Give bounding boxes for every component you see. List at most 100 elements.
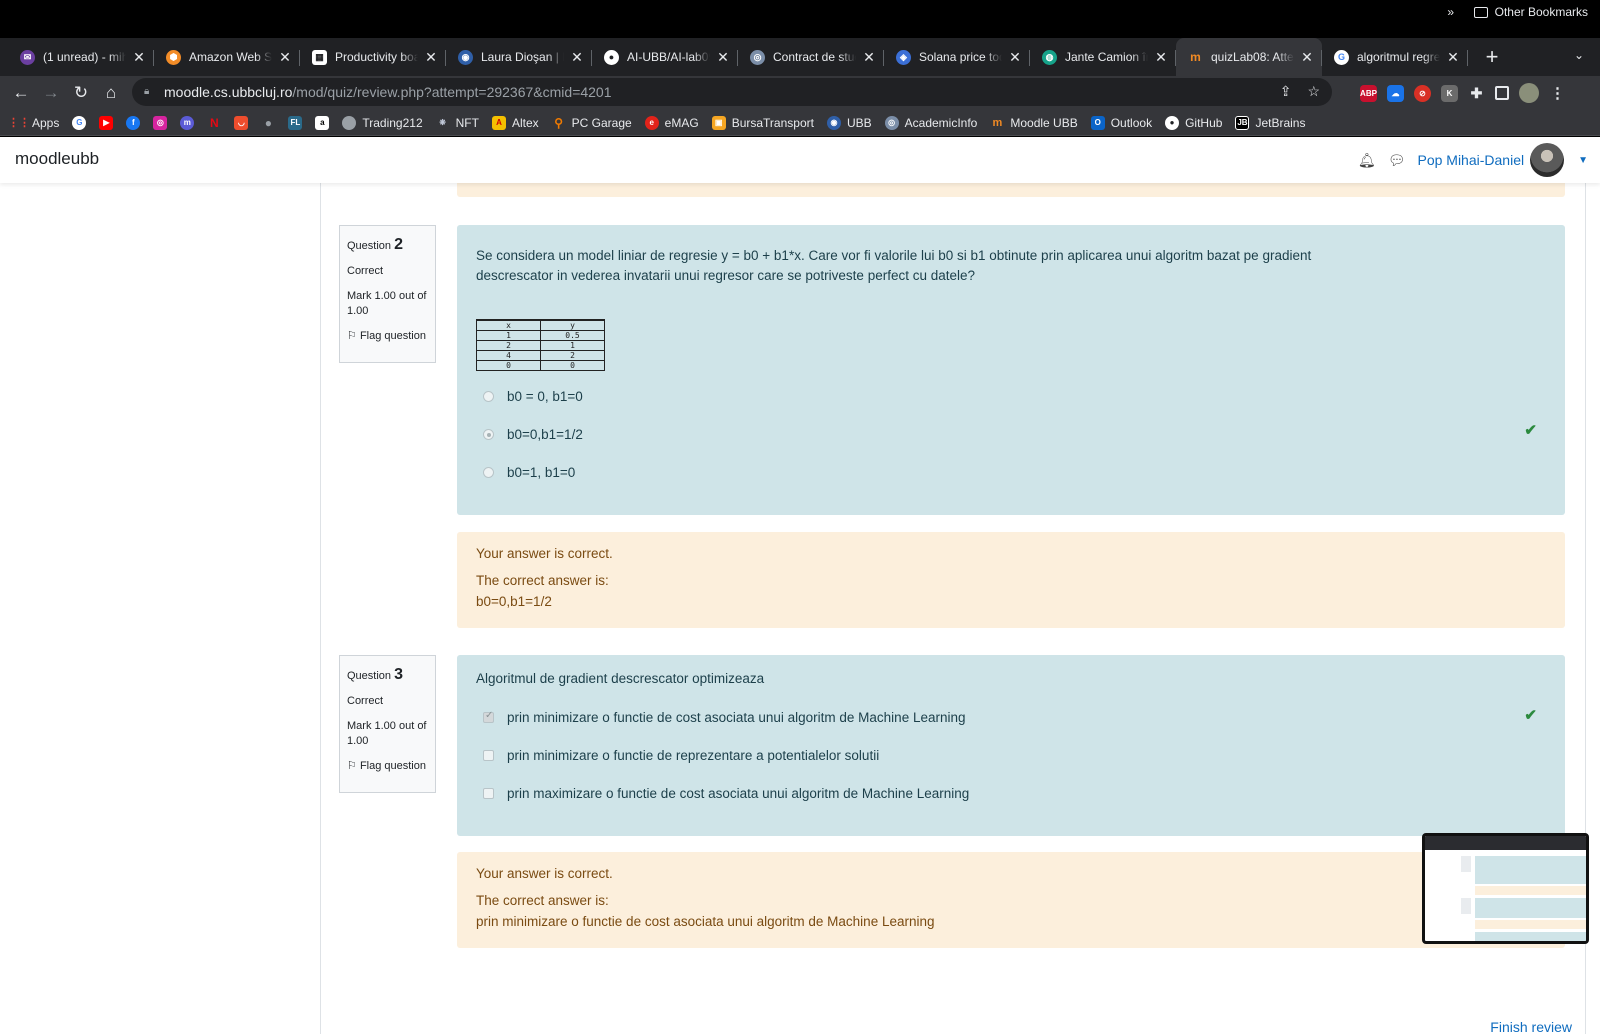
forward-icon[interactable]: → (36, 78, 66, 108)
bookmark-pcgarage[interactable]: ⚲ PC Garage (552, 115, 631, 130)
close-icon[interactable]: ✕ (278, 49, 292, 66)
bookmark-nft[interactable]: ❋ NFT (436, 116, 479, 130)
bookmark-trading212[interactable]: Trading212 (342, 115, 423, 130)
cloud-extension-icon[interactable]: ☁ (1387, 84, 1404, 102)
browser-tab[interactable]: ⬢ Amazon Web Ser ✕ (154, 38, 300, 76)
flag-label: Flag question (359, 759, 426, 772)
user-name[interactable]: Pop Mihai-Daniel (1417, 152, 1524, 168)
other-bookmarks-folder[interactable]: Other Bookmarks (1473, 5, 1588, 19)
bookmark-star-icon[interactable]: ☆ (1307, 83, 1320, 100)
bookmark-github[interactable]: ● GitHub (1165, 115, 1222, 130)
bookmark-ubb[interactable]: ◉ UBB (826, 115, 872, 130)
close-icon[interactable]: ✕ (424, 49, 438, 66)
radio-button[interactable] (483, 467, 494, 478)
flag-question-button[interactable]: ⚐ Flag question (347, 329, 428, 344)
new-tab-button[interactable]: + (1480, 44, 1504, 70)
browser-tab[interactable]: ◈ Solana price toda ✕ (884, 38, 1030, 76)
bookmark-label: JetBrains (1255, 115, 1306, 130)
bookmark-netflix[interactable]: N (207, 116, 221, 130)
close-icon[interactable]: ✕ (1446, 49, 1460, 66)
bookmark-moodle[interactable]: m Moodle UBB (990, 116, 1077, 130)
close-icon[interactable]: ✕ (132, 49, 146, 66)
puzzle-icon[interactable]: ✚ (1468, 85, 1485, 102)
bookmark-google[interactable]: G (72, 115, 87, 130)
browser-tab[interactable]: ◍ Jante Camion în ✕ (1030, 38, 1176, 76)
profile-avatar-icon[interactable] (1519, 83, 1539, 103)
address-bar[interactable]: 🔒︎ moodle.cs.ubbcluj.ro/mod/quiz/review.… (132, 78, 1332, 106)
radio-button[interactable] (483, 391, 494, 402)
browser-tab[interactable]: ◎ Contract de stud ✕ (738, 38, 884, 76)
side-panel-icon[interactable] (1495, 86, 1509, 100)
question-info: Question 2 Correct Mark 1.00 out of 1.00… (339, 225, 436, 363)
close-icon[interactable]: ✕ (570, 49, 584, 66)
share-icon[interactable]: ⇪ (1280, 83, 1292, 100)
browser-tab[interactable]: Galgoritmul regre ✕ (1322, 38, 1468, 76)
site-brand[interactable]: moodleubb (15, 149, 99, 169)
bookmark-apple[interactable]: ● (261, 116, 275, 130)
avatar[interactable] (1530, 143, 1565, 177)
browser-tab[interactable]: ◉ Laura Dioşan | In ✕ (446, 38, 592, 76)
feedback-box: Your answer is correct. The correct answ… (457, 532, 1565, 628)
outlook-icon: O (1090, 115, 1105, 130)
home-icon[interactable]: ⌂ (96, 78, 126, 108)
close-icon[interactable]: ✕ (1154, 49, 1168, 66)
more-bookmarks-button[interactable]: » (1447, 5, 1454, 19)
correct-answer: b0=0,b1=1/2 (476, 594, 552, 609)
radio-button-selected[interactable] (483, 429, 494, 440)
checkbox[interactable] (483, 788, 494, 799)
browser-tab[interactable]: ▦ Productivity boa ✕ (300, 38, 446, 76)
bookmark-label: AcademicInfo (904, 115, 978, 130)
checkbox-checked[interactable] (483, 710, 494, 723)
finish-review-link[interactable]: Finish review (1490, 1019, 1572, 1034)
bookmarks-bar: ⋮⋮ Apps G ▶ f ◎ m N ◡ ● FL a Trading212 ❋… (0, 110, 1600, 136)
bell-icon[interactable]: 🔔︎ (1358, 152, 1376, 169)
question-mark: Mark 1.00 out of 1.00 (347, 289, 427, 318)
answer-option[interactable]: b0=1, b1=0 (483, 465, 575, 480)
answer-option[interactable]: b0=0,b1=1/2 (483, 427, 583, 442)
pcgarage-icon: ⚲ (554, 115, 564, 130)
bookmark-label: Moodle UBB (1010, 115, 1078, 130)
close-icon[interactable]: ✕ (1008, 49, 1022, 66)
bookmark-outlook[interactable]: O Outlook (1090, 115, 1152, 130)
bookmark-fl[interactable]: FL (288, 115, 303, 130)
browser-tab-active[interactable]: m quizLab08: Atten ✕ (1176, 38, 1322, 76)
menu-dots-icon[interactable]: ⋮ (1549, 85, 1566, 102)
answer-option[interactable]: prin minimizare o functie de reprezentar… (483, 748, 879, 763)
blocker-extension-icon[interactable]: ⊘ (1414, 84, 1431, 102)
bookmark-bursatransport[interactable]: ▣ BursaTransport (711, 115, 814, 130)
feedback-status: Your answer is correct. (476, 546, 613, 561)
answer-option[interactable]: prin minimizare o functie de cost asocia… (483, 710, 966, 725)
moodle-navbar: moodleubb 🔔︎ 💬︎ Pop Mihai-Daniel ▼ (0, 137, 1600, 183)
back-icon[interactable]: ← (6, 78, 36, 108)
flag-question-button[interactable]: ⚐ Flag question (347, 759, 428, 774)
bookmark-academicinfo[interactable]: ◎ AcademicInfo (884, 115, 978, 130)
checkbox[interactable] (483, 750, 494, 761)
bookmark-youtube[interactable]: ▶ (99, 115, 114, 130)
bookmark-altex[interactable]: A Altex (491, 115, 539, 130)
browser-tab[interactable]: ● AI-UBB/AI-lab09 ✕ (592, 38, 738, 76)
bookmark-facebook[interactable]: f (126, 115, 141, 130)
adblock-icon[interactable]: ABP (1360, 84, 1377, 102)
browser-tab[interactable]: ✉ (1 unread) - miha ✕ (8, 38, 154, 76)
close-icon[interactable]: ✕ (862, 49, 876, 66)
close-icon[interactable]: ✕ (1300, 49, 1314, 66)
bookmark-messenger[interactable]: m (180, 115, 195, 130)
question-number: Question 2 (347, 234, 428, 256)
answer-option[interactable]: prin maximizare o functie de cost asocia… (483, 786, 969, 801)
bookmark-shop[interactable]: ◡ (234, 115, 249, 130)
bookmark-apps[interactable]: ⋮⋮ Apps (8, 116, 59, 130)
answer-option[interactable]: b0 = 0, b1=0 (483, 389, 583, 404)
netflix-icon: N (210, 115, 219, 130)
bookmark-jetbrains[interactable]: JB JetBrains (1235, 115, 1306, 130)
reload-icon[interactable]: ↻ (66, 78, 96, 108)
bookmark-instagram[interactable]: ◎ (153, 115, 168, 130)
site-icon: ◉ (458, 49, 473, 65)
chat-icon[interactable]: 💬︎ (1388, 152, 1406, 169)
bookmark-amazon[interactable]: a (315, 115, 330, 130)
close-icon[interactable]: ✕ (716, 49, 730, 66)
screenshot-thumbnail[interactable] (1422, 833, 1589, 944)
chevron-down-icon[interactable]: ▼ (1578, 155, 1588, 166)
extension-icon[interactable]: K (1441, 84, 1458, 102)
bookmark-emag[interactable]: e eMAG (644, 115, 699, 130)
tab-search-button[interactable]: ⌄ (1574, 48, 1584, 62)
